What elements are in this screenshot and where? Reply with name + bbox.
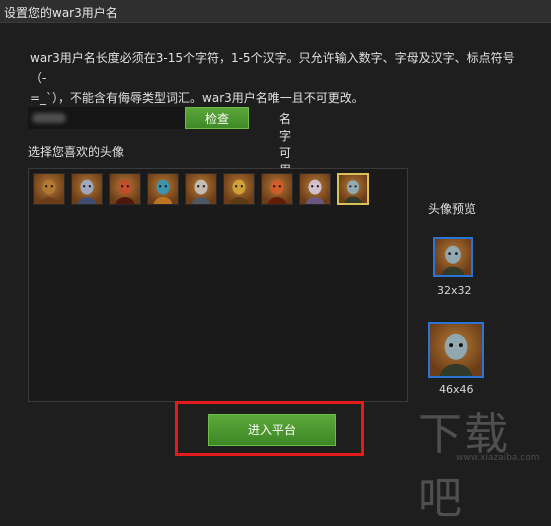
avatar-list [33, 173, 375, 205]
preview-label: 头像预览 [428, 202, 477, 216]
dwarf-hero-icon[interactable] [33, 173, 65, 205]
elf-knight-icon[interactable] [185, 173, 217, 205]
blurred-username [32, 113, 66, 123]
naga-hero-icon[interactable] [147, 173, 179, 205]
title-bar: 设置您的war3用户名 [0, 0, 551, 23]
frost-hero-icon[interactable] [71, 173, 103, 205]
window-title: 设置您的war3用户名 [4, 6, 118, 20]
preview-large-size: 46x46 [439, 383, 474, 396]
red-demon-icon[interactable] [261, 173, 293, 205]
avatar-preview-small [433, 237, 473, 277]
username-rules: war3用户名长度必须在3-15个字符，1-5个汉字。只允许输入数字、字母及汉字… [30, 48, 530, 108]
rules-line-1: war3用户名长度必须在3-15个字符，1-5个汉字。只允许输入数字、字母及汉字… [30, 51, 515, 85]
check-button[interactable]: 检查 [185, 107, 249, 129]
enter-platform-button[interactable]: 进入平台 [208, 414, 336, 446]
avatar-preview-large [428, 322, 484, 378]
ghost-hero-icon[interactable] [299, 173, 331, 205]
username-input[interactable] [28, 107, 186, 129]
fire-demon-icon[interactable] [109, 173, 141, 205]
rules-line-2: =_`），不能含有侮辱类型词汇。war3用户名唯一且不可更改。 [30, 91, 364, 105]
lich-hero-icon[interactable] [337, 173, 369, 205]
golden-warrior-icon[interactable] [223, 173, 255, 205]
watermark-logo: 下载吧 www.xiazaiba.com [416, 398, 546, 524]
choose-avatar-label: 选择您喜欢的头像 [28, 145, 125, 159]
preview-small-size: 32x32 [437, 284, 472, 297]
watermark-url: www.xiazaiba.com [456, 453, 540, 463]
avatar-panel [28, 168, 408, 402]
